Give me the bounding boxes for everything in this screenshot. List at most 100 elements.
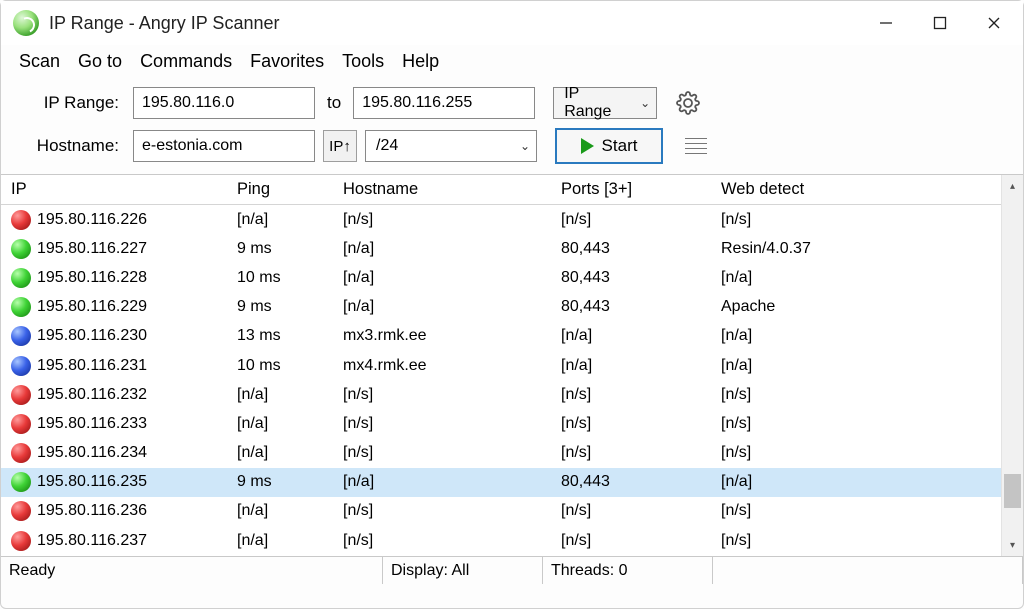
cell-ip: 195.80.116.226 <box>1 209 227 231</box>
table-header: IPPingHostnamePorts [3+]Web detect <box>1 175 1001 205</box>
cell-ip: 195.80.116.230 <box>1 325 227 347</box>
table-row[interactable]: 195.80.116.22810 ms[n/a]80,443[n/a] <box>1 263 1001 292</box>
table-row[interactable]: 195.80.116.2279 ms[n/a]80,443Resin/4.0.3… <box>1 234 1001 263</box>
ip-range-label: IP Range: <box>25 93 125 113</box>
maximize-button[interactable] <box>913 3 967 43</box>
table-row[interactable]: 195.80.116.23110 msmx4.rmk.ee[n/a][n/a] <box>1 351 1001 380</box>
ip-text: 195.80.116.226 <box>37 211 147 229</box>
cell-hostname: [n/s] <box>333 385 551 405</box>
mode-dropdown[interactable]: IP Range ⌄ <box>553 87 657 119</box>
cell-ip: 195.80.116.227 <box>1 238 227 260</box>
ip-text: 195.80.116.232 <box>37 386 147 404</box>
cell-ping: [n/a] <box>227 443 333 463</box>
app-icon <box>13 10 39 36</box>
cell-ping: [n/a] <box>227 385 333 405</box>
start-button[interactable]: Start <box>555 128 663 164</box>
status-dot-icon <box>11 210 31 230</box>
status-ready: Ready <box>1 557 383 584</box>
status-dot-icon <box>11 531 31 551</box>
cell-ping: 9 ms <box>227 297 333 317</box>
cell-ports: [n/s] <box>551 531 711 551</box>
cell-ip: 195.80.116.228 <box>1 267 227 289</box>
ip-from-input[interactable] <box>133 87 315 119</box>
menu-scan[interactable]: Scan <box>11 49 68 74</box>
menu-favorites[interactable]: Favorites <box>242 49 332 74</box>
table-row[interactable]: 195.80.116.232[n/a][n/s][n/s][n/s] <box>1 380 1001 409</box>
cell-ping: 10 ms <box>227 268 333 288</box>
status-threads: Threads: 0 <box>543 557 713 584</box>
cell-ip: 195.80.116.237 <box>1 530 227 552</box>
menu-go-to[interactable]: Go to <box>70 49 130 74</box>
ip-text: 195.80.116.229 <box>37 298 147 316</box>
fetchers-button[interactable] <box>681 131 711 161</box>
cell-hostname: [n/s] <box>333 414 551 434</box>
cell-webdetect: [n/s] <box>711 385 1001 405</box>
cell-webdetect: [n/a] <box>711 356 1001 376</box>
scroll-down-icon[interactable]: ▾ <box>1002 534 1023 556</box>
table-row[interactable]: 195.80.116.2299 ms[n/a]80,443Apache <box>1 293 1001 322</box>
status-dot-icon <box>11 385 31 405</box>
column-header[interactable]: Web detect <box>711 178 1001 201</box>
cell-ping: 9 ms <box>227 472 333 492</box>
cell-webdetect: [n/a] <box>711 472 1001 492</box>
menubar: ScanGo toCommandsFavoritesToolsHelp <box>1 45 1023 80</box>
column-header[interactable]: IP <box>1 178 227 201</box>
minimize-button[interactable] <box>859 3 913 43</box>
menu-tools[interactable]: Tools <box>334 49 392 74</box>
play-icon <box>581 138 594 154</box>
ip-text: 195.80.116.235 <box>37 473 147 491</box>
scroll-thumb[interactable] <box>1004 474 1021 508</box>
cell-webdetect: [n/s] <box>711 501 1001 521</box>
cell-ip: 195.80.116.229 <box>1 296 227 318</box>
table-row[interactable]: 195.80.116.234[n/a][n/s][n/s][n/s] <box>1 439 1001 468</box>
ip-up-button[interactable]: IP↑ <box>323 130 357 162</box>
table-row[interactable]: 195.80.116.23013 msmx3.rmk.ee[n/a][n/a] <box>1 322 1001 351</box>
cell-ports: [n/s] <box>551 414 711 434</box>
column-header[interactable]: Ping <box>227 178 333 201</box>
table-row[interactable]: 195.80.116.236[n/a][n/s][n/s][n/s] <box>1 497 1001 526</box>
netmask-value: /24 <box>376 137 398 155</box>
table-body: 195.80.116.226[n/a][n/s][n/s][n/s]195.80… <box>1 205 1001 555</box>
cell-ip: 195.80.116.235 <box>1 471 227 493</box>
cell-hostname: [n/a] <box>333 239 551 259</box>
window-title: IP Range - Angry IP Scanner <box>49 13 279 34</box>
status-dot-icon <box>11 472 31 492</box>
cell-webdetect: Resin/4.0.37 <box>711 239 1001 259</box>
titlebar: IP Range - Angry IP Scanner <box>1 1 1023 45</box>
vertical-scrollbar[interactable]: ▴ ▾ <box>1001 175 1023 556</box>
cell-hostname: mx4.rmk.ee <box>333 356 551 376</box>
table-row[interactable]: 195.80.116.2359 ms[n/a]80,443[n/a] <box>1 468 1001 497</box>
cell-ip: 195.80.116.236 <box>1 500 227 522</box>
scroll-track[interactable] <box>1002 197 1023 534</box>
ip-text: 195.80.116.234 <box>37 444 147 462</box>
close-button[interactable] <box>967 3 1021 43</box>
settings-button[interactable] <box>671 86 705 120</box>
table-row[interactable]: 195.80.116.233[n/a][n/s][n/s][n/s] <box>1 409 1001 438</box>
netmask-dropdown[interactable]: /24 ⌄ <box>365 130 537 162</box>
status-dot-icon <box>11 356 31 376</box>
cell-ports: [n/s] <box>551 501 711 521</box>
to-label: to <box>323 93 345 113</box>
cell-ping: 9 ms <box>227 239 333 259</box>
cell-ports: [n/a] <box>551 356 711 376</box>
hostname-label: Hostname: <box>25 136 125 156</box>
ip-text: 195.80.116.228 <box>37 269 147 287</box>
cell-ping: 10 ms <box>227 356 333 376</box>
table-row[interactable]: 195.80.116.226[n/a][n/s][n/s][n/s] <box>1 205 1001 234</box>
cell-ports: 80,443 <box>551 472 711 492</box>
column-header[interactable]: Hostname <box>333 178 551 201</box>
hostname-input[interactable] <box>133 130 315 162</box>
cell-hostname: [n/a] <box>333 297 551 317</box>
cell-ping: [n/a] <box>227 210 333 230</box>
menu-help[interactable]: Help <box>394 49 447 74</box>
scroll-up-icon[interactable]: ▴ <box>1002 175 1023 197</box>
cell-ip: 195.80.116.232 <box>1 384 227 406</box>
menu-commands[interactable]: Commands <box>132 49 240 74</box>
ip-text: 195.80.116.237 <box>37 532 147 550</box>
chevron-down-icon: ⌄ <box>640 96 650 110</box>
table-row[interactable]: 195.80.116.237[n/a][n/s][n/s][n/s] <box>1 526 1001 555</box>
column-header[interactable]: Ports [3+] <box>551 178 711 201</box>
status-display: Display: All <box>383 557 543 584</box>
ip-to-input[interactable] <box>353 87 535 119</box>
cell-ports: 80,443 <box>551 297 711 317</box>
